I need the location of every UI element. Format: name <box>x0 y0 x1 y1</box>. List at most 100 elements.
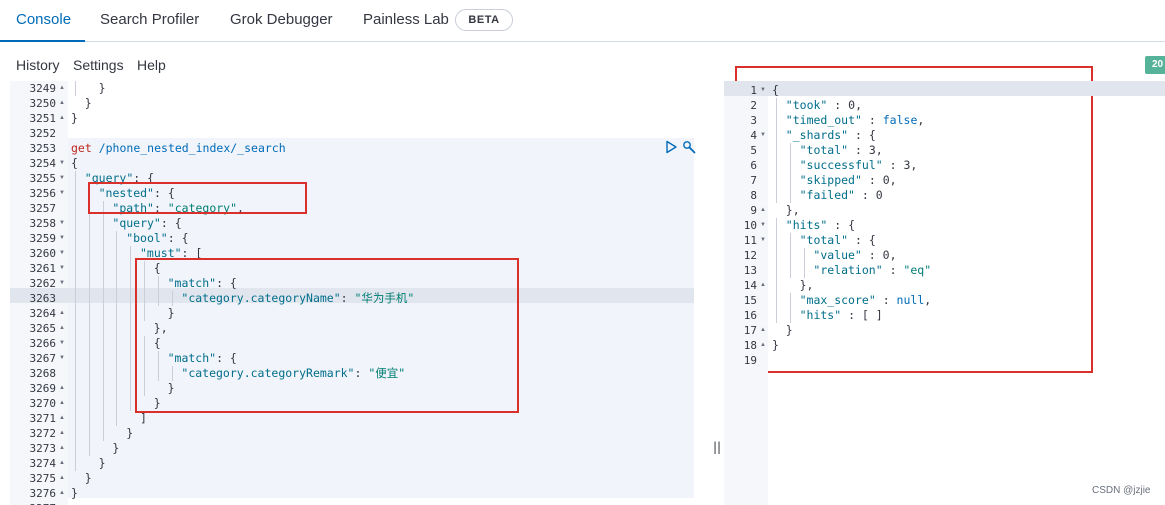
indent-guide <box>75 276 76 291</box>
fold-collapse-icon[interactable]: ▼ <box>59 261 65 276</box>
fold-expand-icon[interactable]: ▲ <box>760 323 766 338</box>
fold-expand-icon[interactable]: ▲ <box>760 203 766 218</box>
fold-collapse-icon[interactable]: ▼ <box>59 186 65 201</box>
indent-guide <box>789 158 791 173</box>
pane-resize-handle[interactable]: || <box>713 440 721 454</box>
code-line: } <box>126 426 134 440</box>
code-line: "took" : 0, <box>785 98 862 112</box>
line-number: 3249 <box>29 82 57 95</box>
fold-collapse-icon[interactable]: ▼ <box>59 276 65 291</box>
response-output[interactable]: 1 ▼{2 "took" : 0, 3 "timed_out" : false, 4 ▼ "_… <box>724 81 1165 505</box>
fold-expand-icon[interactable]: ▲ <box>59 321 65 336</box>
fold-expand-icon[interactable]: ▲ <box>59 96 65 111</box>
fold-expand-icon[interactable]: ▲ <box>59 396 65 411</box>
indent-guide <box>776 233 777 248</box>
indent-guide <box>102 336 104 351</box>
code-line: "successful" : 3, <box>799 158 918 172</box>
indent-guide <box>116 366 118 381</box>
fold-collapse-icon[interactable]: ▼ <box>760 128 766 143</box>
history-link[interactable]: History <box>16 56 60 74</box>
indent-guide <box>776 218 777 233</box>
indent-guide <box>789 143 791 158</box>
code-line: "total" : 3, <box>799 143 883 157</box>
indent-guide <box>75 291 76 306</box>
fold-collapse-icon[interactable]: ▼ <box>760 83 766 98</box>
fold-expand-icon[interactable]: ▲ <box>59 111 65 126</box>
indent-guide <box>789 293 791 308</box>
fold-expand-icon[interactable]: ▲ <box>59 441 65 456</box>
indent-guide <box>116 396 118 411</box>
code-line: "value" : 0, <box>813 248 897 262</box>
line-number: 19 <box>743 354 757 367</box>
fold-expand-icon[interactable]: ▲ <box>59 306 65 321</box>
fold-collapse-icon[interactable]: ▼ <box>59 231 65 246</box>
fold-collapse-icon[interactable]: ▼ <box>59 216 65 231</box>
fold-expand-icon[interactable]: ▲ <box>760 278 766 293</box>
indent-guide <box>88 441 90 456</box>
tab-console[interactable]: Console <box>0 0 86 42</box>
line-number: 3255 <box>29 172 57 185</box>
indent-guide <box>75 381 76 396</box>
fold-expand-icon[interactable]: ▲ <box>59 426 65 441</box>
indent-guide <box>88 276 90 291</box>
indent-guide <box>75 336 76 351</box>
wrench-icon[interactable] <box>682 140 696 154</box>
fold-expand-icon[interactable]: ▲ <box>59 381 65 396</box>
fold-expand-icon[interactable]: ▲ <box>59 471 65 486</box>
fold-collapse-icon[interactable]: ▼ <box>59 351 65 366</box>
tab-search-profiler[interactable]: Search Profiler <box>100 0 199 41</box>
indent-guide <box>102 411 104 426</box>
indent-guide <box>789 263 791 278</box>
indent-guide <box>776 143 777 158</box>
tab-grok-debugger[interactable]: Grok Debugger <box>230 0 333 41</box>
indent-guide <box>75 306 76 321</box>
line-number: 12 <box>743 249 757 262</box>
line-number: 13 <box>743 264 757 277</box>
code-line: "query": { <box>112 216 182 230</box>
fold-collapse-icon[interactable]: ▼ <box>760 218 766 233</box>
indent-guide <box>102 366 104 381</box>
code-line: }, <box>785 203 800 217</box>
fold-expand-icon[interactable]: ▲ <box>59 411 65 426</box>
fold-expand-icon[interactable]: ▲ <box>59 486 65 501</box>
indent-guide <box>130 306 132 321</box>
indent-guide <box>130 396 132 411</box>
line-number: 9 <box>750 204 757 217</box>
code-line: } <box>772 338 779 352</box>
fold-collapse-icon[interactable]: ▼ <box>59 246 65 261</box>
indent-guide <box>130 321 132 336</box>
indent-guide <box>88 411 90 426</box>
fold-collapse-icon[interactable]: ▼ <box>59 171 65 186</box>
fold-expand-icon[interactable]: ▲ <box>59 81 65 96</box>
indent-guide <box>88 381 90 396</box>
help-link[interactable]: Help <box>137 56 166 74</box>
indent-guide <box>803 263 805 278</box>
line-number: 3263 <box>29 292 57 305</box>
code-line: "total" : { <box>799 233 876 247</box>
fold-collapse-icon[interactable]: ▼ <box>59 336 65 351</box>
top-tabs: Console Search Profiler Grok Debugger Pa… <box>0 0 1165 42</box>
indent-guide <box>116 381 118 396</box>
settings-link[interactable]: Settings <box>73 56 124 74</box>
play-icon[interactable] <box>664 140 678 154</box>
line-number: 3258 <box>29 217 57 230</box>
indent-guide <box>776 293 777 308</box>
indent-guide <box>116 261 118 276</box>
line-number: 10 <box>743 219 757 232</box>
fold-expand-icon[interactable]: ▲ <box>760 338 766 353</box>
line-number: 3271 <box>29 412 57 425</box>
fold-expand-icon[interactable]: ▲ <box>59 456 65 471</box>
code-line: } <box>785 323 793 337</box>
line-number: 3264 <box>29 307 57 320</box>
fold-collapse-icon[interactable]: ▼ <box>760 233 766 248</box>
tab-painless-lab[interactable]: Painless Lab <box>363 0 449 41</box>
line-number: 3252 <box>29 127 57 140</box>
indent-guide <box>116 411 118 426</box>
line-number: 3276 <box>29 487 57 500</box>
indent-guide <box>776 98 777 113</box>
indent-guide <box>75 261 76 276</box>
code-line: "max_score" : null, <box>799 293 932 307</box>
status-badge: 20 <box>1145 56 1165 74</box>
fold-collapse-icon[interactable]: ▼ <box>59 156 65 171</box>
annotation-box-nested <box>88 182 307 214</box>
